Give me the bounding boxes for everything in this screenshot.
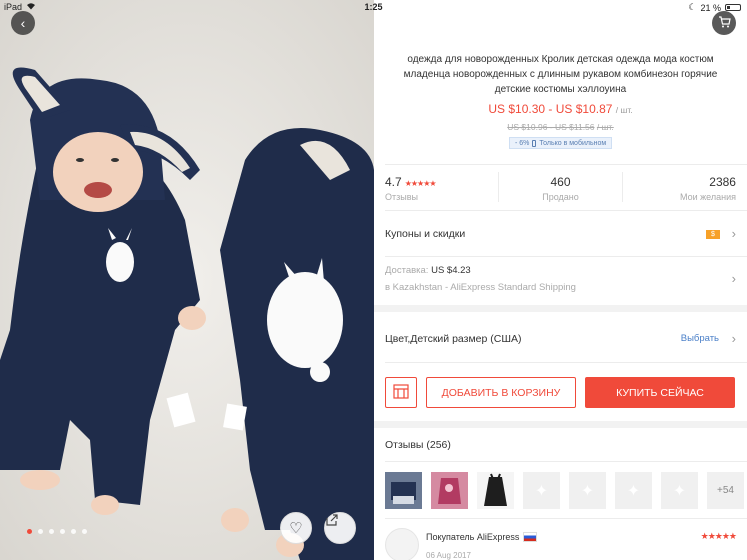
price-unit: / шт. [615, 105, 633, 115]
shipping-detail: в Kazakhstan - AliExpress Standard Shipp… [385, 282, 576, 293]
image-pagination[interactable] [27, 529, 87, 534]
old-price: US $10.96 - US $11.56 / шт. [374, 122, 747, 132]
price: US $10.30 - US $10.87 / шт. [374, 102, 747, 116]
orders-stat: 460 Продано [498, 166, 622, 210]
product-photo-illustration [0, 0, 374, 560]
mobile-discount: - 6% [515, 139, 530, 147]
review-photo[interactable] [431, 472, 468, 509]
product-title: одежда для новорожденных Кролик детская … [403, 54, 718, 95]
pagination-dot[interactable] [27, 529, 32, 534]
chevron-right-icon: › [731, 271, 736, 286]
more-photos-button[interactable]: +54 [707, 472, 744, 509]
chevron-left-icon: ‹ [20, 15, 26, 31]
review-author-name: Покупатель AliExpress [426, 532, 520, 542]
add-to-cart-button[interactable]: ДОБАВИТЬ В КОРЗИНУ [426, 377, 576, 408]
review-author: Покупатель AliExpress [426, 532, 538, 542]
phone-icon [532, 139, 537, 147]
product-stats: 4.7 ★★★★★ Отзывы 460 Продано 2386 Мои жел… [374, 166, 747, 210]
section-divider [374, 305, 747, 312]
shipping-row[interactable]: Доставка: US $4.23 в Kazakhstan - AliExp… [385, 265, 736, 301]
battery-percent: 21 % [700, 2, 721, 13]
status-bar: iPad 1:25 ☾ 21 % [0, 0, 747, 14]
section-divider [374, 421, 747, 428]
avatar [385, 528, 419, 560]
review-photo-placeholder[interactable] [569, 472, 606, 509]
clock: 1:25 [364, 2, 383, 12]
chevron-right-icon: › [731, 226, 736, 241]
review-date: 06 Aug 2017 [426, 551, 471, 560]
divider [385, 164, 747, 165]
rating-stat[interactable]: 4.7 ★★★★★ Отзывы [374, 166, 498, 210]
review-photo-placeholder[interactable] [523, 472, 560, 509]
variant-row[interactable]: Цвет,Детский размер (США) Выбрать › [385, 331, 736, 347]
chevron-right-icon: › [731, 331, 736, 346]
back-button[interactable]: ‹ [11, 11, 35, 35]
divider [385, 210, 747, 211]
rating-value: 4.7 [385, 175, 402, 189]
pagination-dot[interactable] [82, 529, 87, 534]
wishlist-label: Мои желания [679, 192, 736, 202]
pagination-dot[interactable] [38, 529, 43, 534]
mobile-label: Только в мобильном [539, 139, 607, 147]
shipping-label: Доставка: [385, 265, 429, 276]
product-details-pane: одежда для новорожденных Кролик детская … [374, 0, 747, 560]
cart-icon [718, 15, 731, 31]
wishlist-button[interactable]: ♡ [280, 512, 312, 544]
wishlist-value: 2386 [709, 175, 736, 189]
shipping-cost: US $4.23 [431, 265, 471, 276]
divider [385, 518, 747, 519]
wishlist-stat: 2386 Мои желания [623, 166, 747, 210]
product-image[interactable]: ‹ ♡ [0, 0, 374, 560]
coupons-label: Купоны и скидки [385, 228, 466, 240]
buy-now-button[interactable]: КУПИТЬ СЕЙЧАС [585, 377, 735, 408]
pagination-dot[interactable] [60, 529, 65, 534]
choose-variant-link[interactable]: Выбрать [681, 333, 719, 344]
store-icon [393, 383, 409, 402]
pagination-dot[interactable] [49, 529, 54, 534]
review-photo[interactable] [477, 472, 514, 509]
review-stars: ★★★★★ [700, 531, 737, 541]
coupons-row[interactable]: Купоны и скидки $ › [385, 226, 736, 242]
cart-button[interactable] [712, 11, 736, 35]
divider [385, 461, 747, 462]
store-button[interactable] [385, 377, 417, 408]
orders-value: 460 [550, 175, 571, 189]
variant-label: Цвет,Детский размер (США) [385, 333, 522, 345]
reviews-header[interactable]: Отзывы (256) [385, 439, 736, 451]
old-price-range: US $10.96 - US $11.56 [507, 122, 595, 132]
price-range: US $10.30 - US $10.87 [488, 102, 613, 116]
mobile-only-badge: - 6% Только в мобильном [509, 137, 613, 149]
coupon-badge: $ [706, 230, 720, 239]
review-photo-placeholder[interactable] [615, 472, 652, 509]
review-photo-placeholder[interactable] [661, 472, 698, 509]
review-photos: +54 [385, 472, 744, 509]
heart-icon: ♡ [289, 520, 303, 537]
review-photo[interactable] [385, 472, 422, 509]
moon-icon: ☾ [688, 2, 697, 12]
old-price-unit: / шт. [596, 122, 614, 132]
rating-label: Отзывы [385, 192, 418, 202]
rating-stars: ★★★★★ [404, 179, 437, 188]
divider [385, 256, 747, 257]
pagination-dot[interactable] [71, 529, 76, 534]
orders-label: Продано [542, 192, 579, 202]
divider [385, 362, 747, 363]
share-button[interactable] [324, 512, 356, 544]
russia-flag-icon [523, 532, 538, 542]
battery-icon [725, 4, 741, 11]
